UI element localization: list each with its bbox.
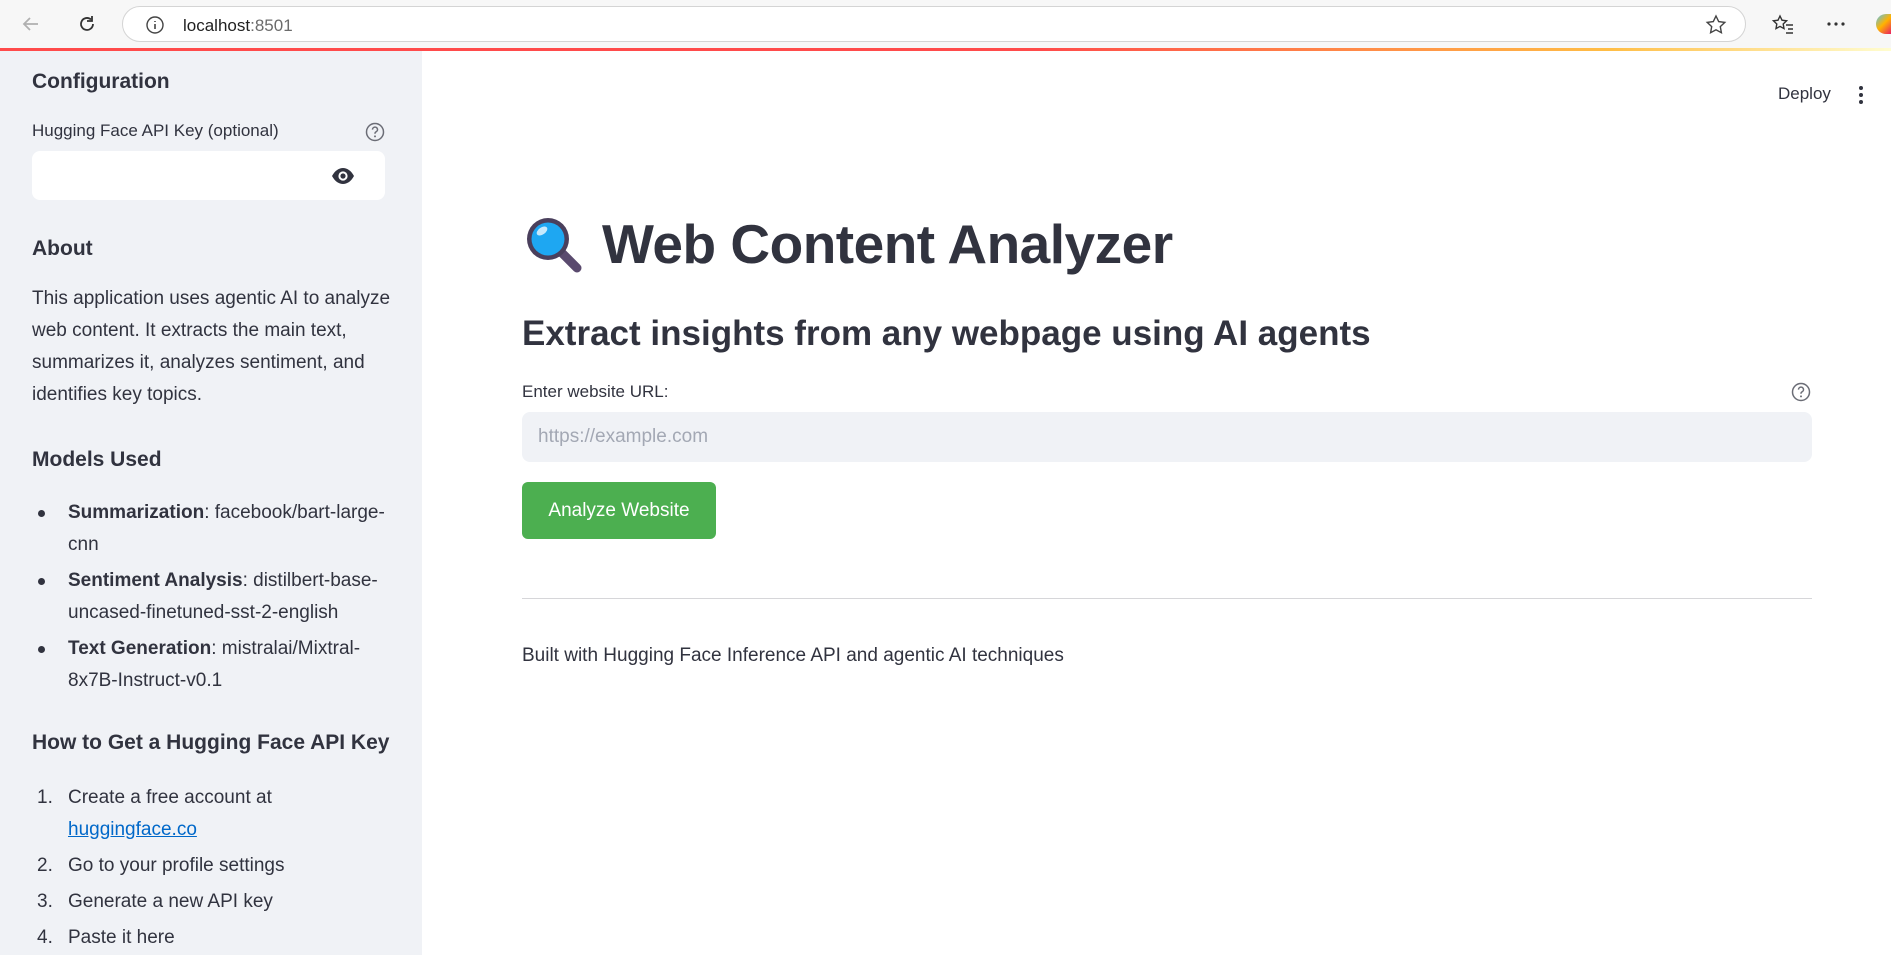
list-item: Summarization: facebook/bart-large-cnn: [32, 497, 392, 561]
url-text: localhost:8501: [183, 16, 293, 35]
models-heading: Models Used: [32, 448, 162, 471]
help-icon[interactable]: [1790, 381, 1812, 403]
help-icon[interactable]: [364, 121, 386, 143]
list-item: Text Generation: mistralai/Mixtral-8x7B-…: [32, 633, 392, 697]
browser-toolbar: localhost:8501: [0, 0, 1891, 48]
about-heading: About: [32, 237, 93, 260]
site-info-icon[interactable]: [145, 15, 165, 35]
howto-heading: How to Get a Hugging Face API Key: [32, 731, 390, 754]
more-menu-button[interactable]: [1821, 9, 1851, 39]
page-subtitle: Extract insights from any webpage using …: [522, 314, 1371, 353]
magnifying-glass-icon: [527, 218, 582, 273]
analyze-website-button[interactable]: Analyze Website: [522, 482, 716, 539]
reload-icon: [80, 16, 94, 31]
title-text: Web Content Analyzer: [602, 213, 1173, 275]
config-heading: Configuration: [32, 70, 170, 93]
list-item: Sentiment Analysis: distilbert-base-unca…: [32, 565, 392, 629]
sidebar: Configuration Hugging Face API Key (opti…: [0, 51, 422, 955]
deploy-button[interactable]: Deploy: [1778, 84, 1831, 104]
howto-steps: 1. Create a free account at huggingface.c…: [32, 782, 392, 955]
favorite-star-icon[interactable]: [1705, 14, 1727, 36]
address-bar[interactable]: localhost:8501: [122, 6, 1746, 42]
favorites-icon: [1771, 14, 1793, 34]
back-button[interactable]: [16, 9, 46, 39]
url-input[interactable]: [522, 412, 1812, 462]
models-list: Summarization: facebook/bart-large-cnn S…: [32, 497, 392, 701]
list-item: 4. Paste it here: [37, 927, 175, 948]
back-arrow-icon: [22, 17, 38, 31]
favorites-button[interactable]: [1768, 9, 1798, 39]
bullet: [38, 578, 45, 585]
more-horizontal-icon: [1827, 22, 1845, 26]
about-text: This application uses agentic AI to anal…: [32, 288, 391, 405]
api-key-label: Hugging Face API Key (optional): [32, 121, 279, 140]
show-password-eye-icon[interactable]: [330, 163, 356, 189]
footer-text: Built with Hugging Face Inference API an…: [522, 645, 1064, 666]
list-item: 1. Create a free account at huggingface.c…: [37, 787, 272, 840]
url-label: Enter website URL:: [522, 382, 669, 401]
list-item: 2. Go to your profile settings: [37, 855, 285, 876]
huggingface-link[interactable]: huggingface.co: [68, 819, 197, 840]
main-menu-icon[interactable]: [1856, 84, 1866, 106]
bullet: [38, 510, 45, 517]
reload-button[interactable]: [72, 9, 102, 39]
divider: [522, 598, 1812, 599]
list-item: 3. Generate a new API key: [37, 891, 273, 912]
copilot-icon[interactable]: [1876, 14, 1891, 34]
bullet: [38, 646, 45, 653]
page-title: Web Content Analyzer: [522, 212, 1173, 276]
